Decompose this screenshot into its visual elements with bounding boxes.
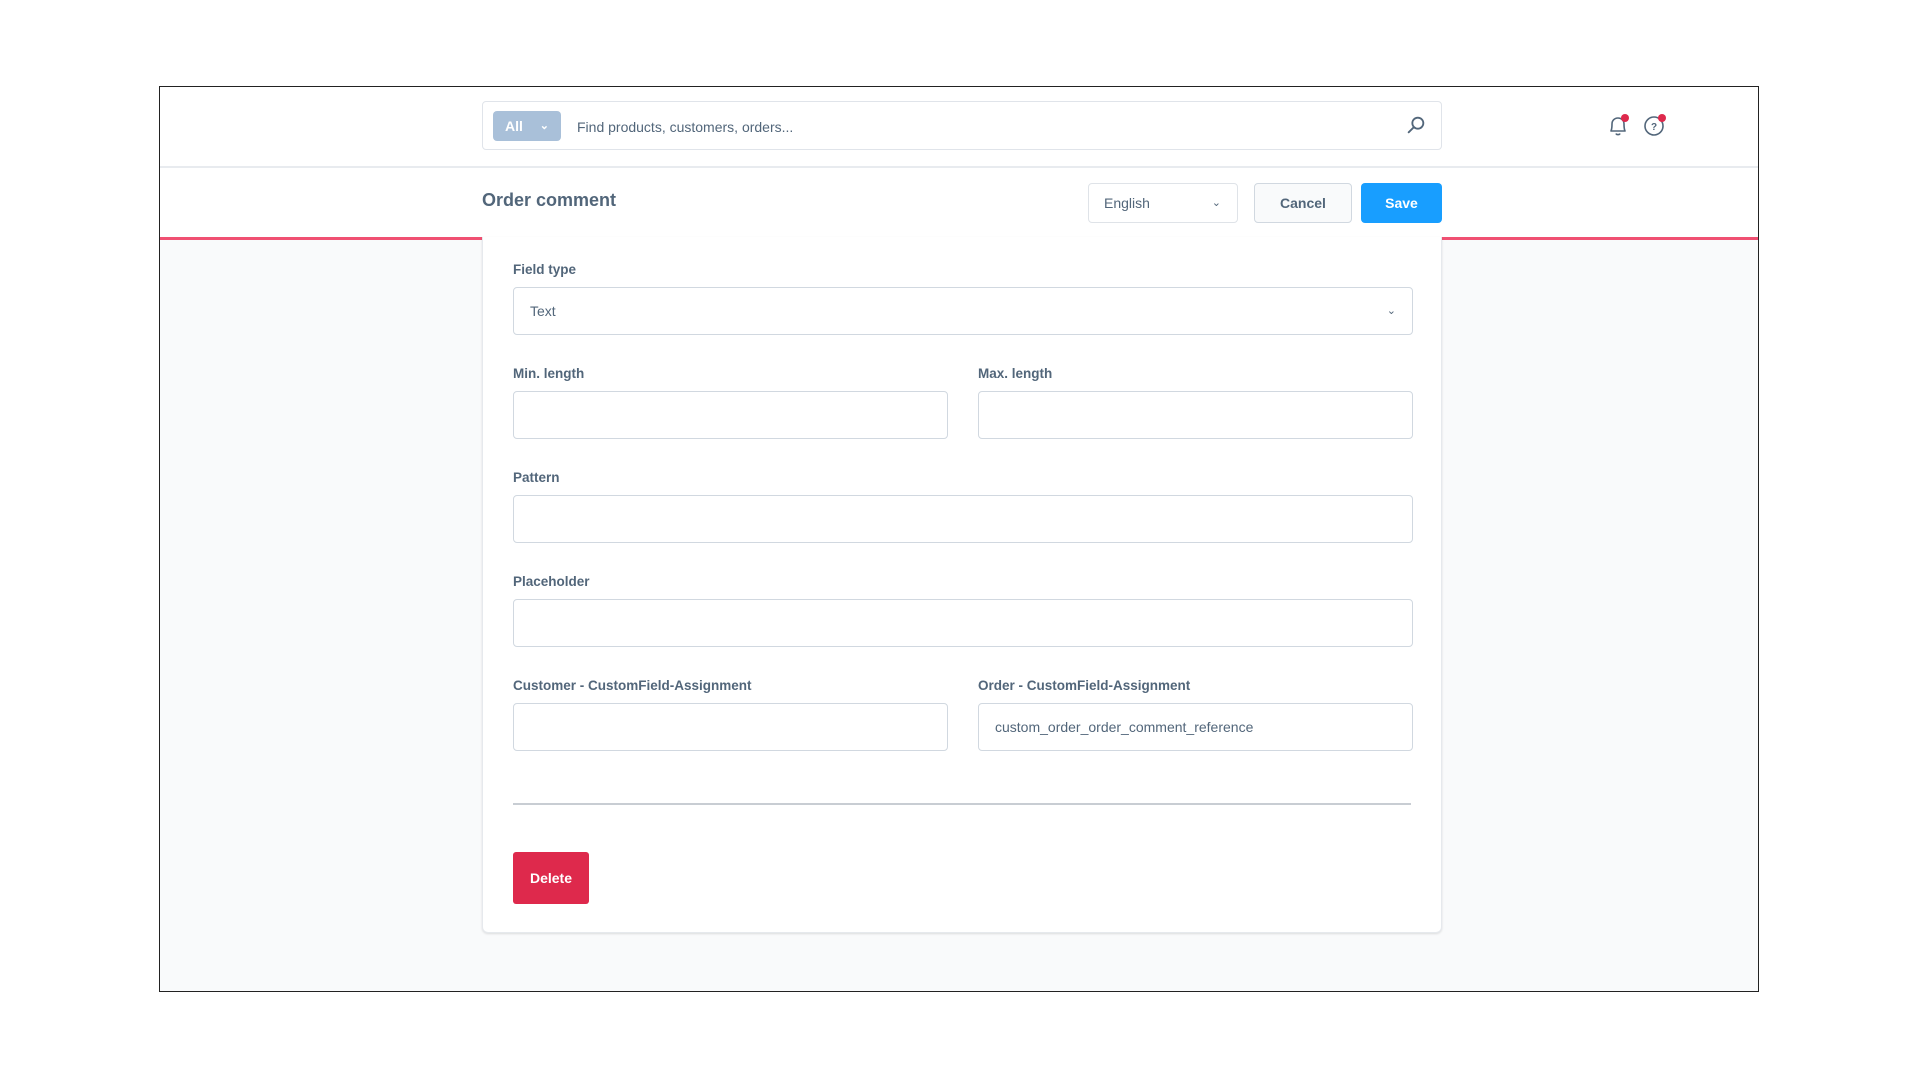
smart-bar: Order comment English ⌄ Cancel Save [160,168,1758,240]
delete-button[interactable]: Delete [513,852,589,904]
order-assignment-label: Order - CustomField-Assignment [978,678,1191,693]
field-type-select[interactable]: Text ⌄ [513,287,1413,335]
max-length-label: Max. length [978,366,1053,381]
help-badge [1658,114,1666,122]
top-bar: All ⌄ ? [160,87,1758,168]
custom-field-card: Field type Text ⌄ Min. length Max. lengt… [482,237,1442,933]
chevron-down-icon: ⌄ [1386,305,1396,317]
customer-assignment-field: Customer - CustomField-Assignment [513,678,948,751]
global-search: All ⌄ [482,101,1442,151]
language-switch[interactable]: English ⌄ [1088,183,1238,223]
cancel-button[interactable]: Cancel [1254,183,1352,223]
chevron-down-icon: ⌄ [539,120,549,132]
min-length-label: Min. length [513,366,585,381]
page-title: Order comment [482,190,617,210]
field-type-value: Text [530,303,556,319]
placeholder-field: Placeholder [513,574,1413,647]
max-length-input[interactable] [978,391,1413,439]
help-button[interactable]: ? [1641,113,1667,139]
min-length-input[interactable] [513,391,948,439]
field-type-label: Field type [513,262,577,277]
customer-assignment-input[interactable] [513,703,948,751]
search-type-dropdown[interactable]: All ⌄ [493,111,561,141]
max-length-field: Max. length [978,366,1413,439]
pattern-label: Pattern [513,470,560,485]
app-window: All ⌄ ? Order comment [159,86,1759,992]
order-assignment-input[interactable] [978,703,1413,751]
save-button[interactable]: Save [1361,183,1442,223]
order-assignment-field: Order - CustomField-Assignment [978,678,1413,751]
search-type-label: All [505,118,523,134]
divider [513,803,1411,805]
language-value: English [1104,195,1150,211]
notifications-button[interactable] [1605,113,1631,139]
search-input[interactable] [575,102,1391,151]
placeholder-input[interactable] [513,599,1413,647]
svg-text:?: ? [1651,122,1657,133]
placeholder-label: Placeholder [513,574,590,589]
chevron-down-icon: ⌄ [1211,197,1221,209]
pattern-field: Pattern [513,470,1413,543]
min-length-field: Min. length [513,366,948,439]
pattern-input[interactable] [513,495,1413,543]
search-icon[interactable] [1405,114,1427,136]
customer-assignment-label: Customer - CustomField-Assignment [513,678,752,693]
field-type-field: Field type Text ⌄ [513,262,1413,335]
notification-badge [1621,114,1629,122]
